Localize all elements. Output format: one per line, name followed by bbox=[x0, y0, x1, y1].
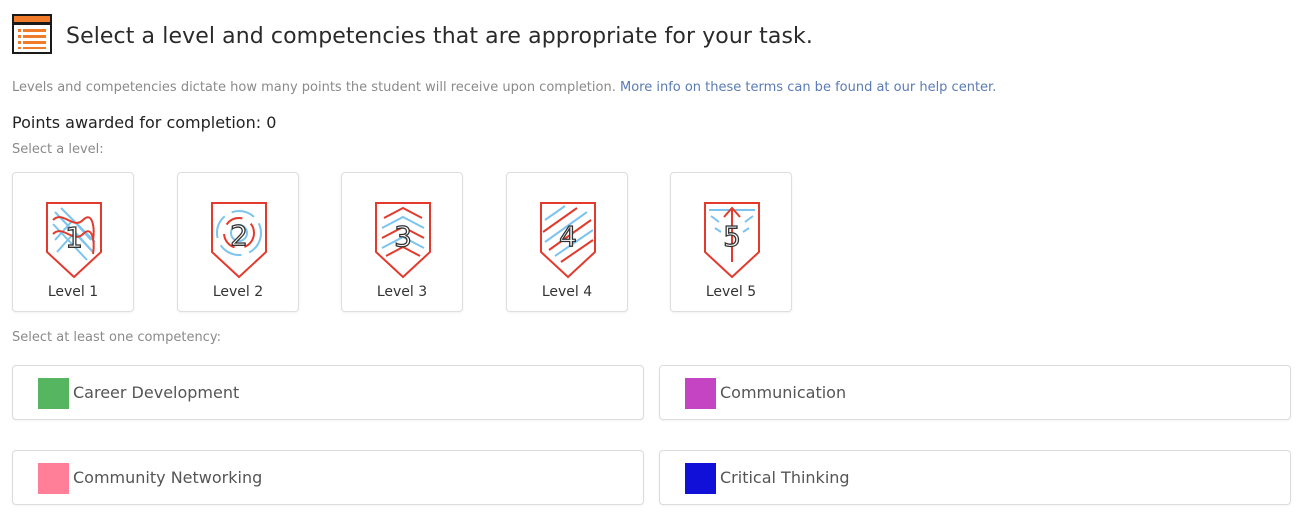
community-networking-swatch bbox=[38, 463, 69, 494]
help-center-link[interactable]: More info on these terms can be found at… bbox=[620, 80, 996, 95]
communication-swatch bbox=[685, 378, 716, 409]
level-5-card[interactable]: 5 Level 5 bbox=[670, 172, 792, 312]
points-awarded: Points awarded for completion: 0 bbox=[12, 113, 277, 132]
level-4-badge-icon: 4 bbox=[540, 202, 596, 279]
competency-career-development[interactable]: Career Development bbox=[12, 365, 644, 420]
competency-community-networking[interactable]: Community Networking bbox=[12, 450, 644, 505]
level-1-card[interactable]: 1 Level 1 bbox=[12, 172, 134, 312]
svg-text:4: 4 bbox=[559, 220, 577, 253]
competency-label: Communication bbox=[720, 383, 847, 402]
level-1-badge-icon: 1 bbox=[46, 202, 102, 279]
select-competency-prompt: Select at least one competency: bbox=[12, 330, 221, 345]
level-2-badge-icon: 2 bbox=[211, 202, 267, 279]
description-text: Levels and competencies dictate how many… bbox=[12, 80, 620, 95]
career-development-swatch bbox=[38, 378, 69, 409]
level-3-label: Level 3 bbox=[376, 284, 428, 300]
competency-label: Community Networking bbox=[73, 468, 263, 487]
level-3-badge-icon: 3 bbox=[375, 202, 431, 279]
level-5-label: Level 5 bbox=[705, 284, 757, 300]
svg-text:5: 5 bbox=[723, 220, 741, 253]
select-level-prompt: Select a level: bbox=[12, 142, 104, 157]
svg-text:2: 2 bbox=[230, 219, 248, 252]
level-3-card[interactable]: 3 Level 3 bbox=[341, 172, 463, 312]
competency-label: Career Development bbox=[73, 383, 240, 402]
level-2-label: Level 2 bbox=[212, 284, 264, 300]
svg-text:1: 1 bbox=[65, 221, 83, 254]
list-document-icon bbox=[12, 14, 52, 54]
page-header: Select a level and competencies that are… bbox=[12, 14, 813, 54]
level-4-label: Level 4 bbox=[541, 284, 593, 300]
competency-label: Critical Thinking bbox=[720, 468, 850, 487]
description: Levels and competencies dictate how many… bbox=[12, 80, 996, 95]
competency-critical-thinking[interactable]: Critical Thinking bbox=[659, 450, 1291, 505]
page-title: Select a level and competencies that are… bbox=[66, 23, 813, 49]
critical-thinking-swatch bbox=[685, 463, 716, 494]
competency-communication[interactable]: Communication bbox=[659, 365, 1291, 420]
level-2-card[interactable]: 2 Level 2 bbox=[177, 172, 299, 312]
level-1-label: Level 1 bbox=[47, 284, 99, 300]
svg-text:3: 3 bbox=[394, 220, 412, 253]
level-5-badge-icon: 5 bbox=[704, 202, 760, 279]
level-4-card[interactable]: 4 Level 4 bbox=[506, 172, 628, 312]
